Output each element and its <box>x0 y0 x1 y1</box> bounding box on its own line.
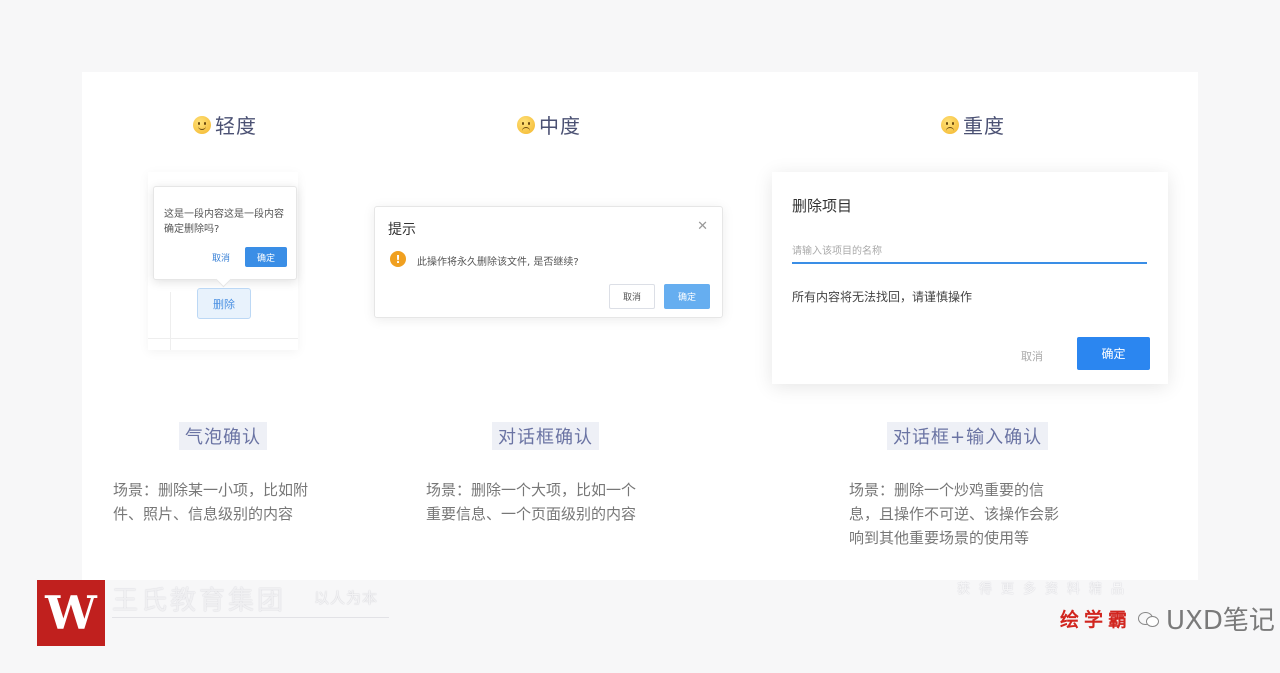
dialog-cancel-button[interactable]: 取消 <box>609 284 655 309</box>
input-dialog-cancel-button[interactable]: 取消 <box>1021 348 1043 364</box>
watermark-company: 王氏教育集团 <box>112 586 287 616</box>
divider <box>148 338 298 339</box>
scenario-line: 件、照片、信息级别的内容 <box>113 505 294 523</box>
input-confirm-dialog: 删除项目 请输入该项目的名称 所有内容将无法找回，请谨慎操作 取消 确定 <box>772 172 1168 384</box>
scenario-bubble: 场景：删除某一小项，比如附 件、照片、信息级别的内容 <box>113 478 308 526</box>
level-light: 轻度 <box>193 110 257 139</box>
delete-button[interactable]: 删除 <box>197 288 251 319</box>
scenario-line: 重要信息、一个页面级别的内容 <box>426 505 637 523</box>
brand-red-text: 绘学霸 <box>1060 609 1133 631</box>
scenario-line: 场景：删除一个大项，比如一个 <box>426 481 637 499</box>
watermark-more: 获得更多资料精品 <box>957 582 1134 597</box>
level-medium: 中度 <box>517 110 581 139</box>
project-name-input[interactable]: 请输入该项目的名称 <box>792 242 1147 264</box>
wechat-brand: 绘学霸 UXD笔记 <box>1060 600 1275 637</box>
wechat-icon <box>1138 610 1160 628</box>
method-label-dialog: 对话框确认 <box>492 422 599 450</box>
divider <box>170 292 171 350</box>
level-medium-label: 中度 <box>539 114 581 138</box>
input-dialog-title: 删除项目 <box>792 197 853 215</box>
method-label-bubble: 气泡确认 <box>179 422 267 450</box>
crying-face-icon <box>941 115 959 134</box>
logo-letter: W <box>45 586 97 640</box>
bubble-message: 这是一段内容这是一段内容确定删除吗? <box>164 209 284 235</box>
disappointed-face-icon <box>517 115 535 134</box>
scenario-dialog: 场景：删除一个大项，比如一个 重要信息、一个页面级别的内容 <box>426 478 636 526</box>
level-light-label: 轻度 <box>215 114 257 138</box>
brand-gray-text: UXD笔记 <box>1166 606 1275 636</box>
warning-icon: ! <box>390 251 406 267</box>
confirm-dialog: 提示 ✕ ! 此操作将永久删除该文件, 是否继续? 取消 确定 <box>374 206 723 318</box>
close-icon[interactable]: ✕ <box>697 219 708 234</box>
input-dialog-confirm-button[interactable]: 确定 <box>1077 337 1150 370</box>
level-heavy-label: 重度 <box>963 114 1005 138</box>
bubble-popover: 这是一段内容这是一段内容确定删除吗? 取消 确定 <box>153 186 297 288</box>
scenario-dialog-input: 场景：删除一个炒鸡重要的信 息，且操作不可逆、该操作会影 响到其他重要场景的使用… <box>849 478 1059 550</box>
dialog-title: 提示 <box>388 222 416 238</box>
bubble-cancel-button[interactable]: 取消 <box>212 251 230 264</box>
watermark-divider <box>112 617 389 618</box>
bubble-confirm-button[interactable]: 确定 <box>245 247 287 267</box>
level-heavy: 重度 <box>941 110 1005 139</box>
method-label-dialog-input: 对话框+输入确认 <box>887 422 1049 450</box>
watermark-slogan: 以人为本 <box>314 589 379 607</box>
scenario-line: 场景：删除一个炒鸡重要的信 <box>849 481 1045 499</box>
dialog-confirm-button[interactable]: 确定 <box>664 284 710 309</box>
slightly-smiling-face-icon <box>193 115 211 134</box>
brand-logo: W <box>37 580 105 646</box>
scenario-line: 场景：删除某一小项，比如附 <box>113 481 309 499</box>
scenario-line: 响到其他重要场景的使用等 <box>849 529 1030 547</box>
input-dialog-warning: 所有内容将无法找回，请谨慎操作 <box>792 290 973 304</box>
scenario-line: 息，且操作不可逆、该操作会影 <box>849 505 1060 523</box>
dialog-message: 此操作将永久删除该文件, 是否继续? <box>417 257 579 268</box>
